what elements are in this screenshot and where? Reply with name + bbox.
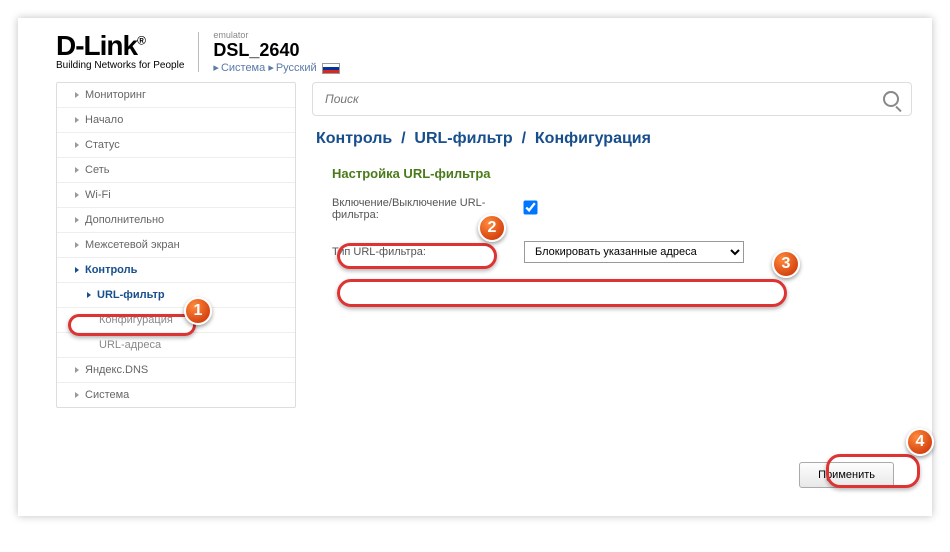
breadcrumb: Контроль / URL-фильтр / Конфигурация (312, 130, 912, 148)
sidebar-label: Сеть (85, 164, 109, 176)
sidebar-item-yandex-dns[interactable]: Яндекс.DNS (57, 358, 295, 383)
chevron-right-icon (75, 117, 79, 123)
search-icon[interactable] (883, 91, 899, 107)
sidebar-item-advanced[interactable]: Дополнительно (57, 208, 295, 233)
link-system[interactable]: Система (221, 62, 265, 74)
annotation-badge: 4 (906, 428, 934, 456)
search-input[interactable] (325, 92, 883, 106)
link-language[interactable]: Русский (276, 62, 317, 74)
breadcrumb-arrow-icon: ▸ (213, 62, 219, 74)
type-label: Тип URL-фильтра: (332, 246, 512, 258)
model-name: DSL_2640 (213, 40, 339, 61)
section-title: Настройка URL-фильтра (312, 166, 912, 181)
enable-checkbox[interactable] (523, 200, 537, 214)
chevron-right-icon (75, 92, 79, 98)
chevron-right-icon (75, 192, 79, 198)
sidebar-item-monitoring[interactable]: Мониторинг (57, 83, 295, 108)
model-tag: emulator (213, 30, 339, 40)
breadcrumb-part: URL-фильтр (414, 130, 512, 147)
sidebar: Мониторинг Начало Статус Сеть Wi-Fi Допо… (56, 82, 296, 408)
divider (198, 32, 199, 72)
sidebar-label: Система (85, 389, 129, 401)
row-enable-filter: Включение/Выключение URL-фильтра: (312, 191, 912, 227)
enable-label: Включение/Выключение URL-фильтра: (332, 197, 512, 221)
filter-type-select[interactable]: Блокировать указанные адреса (524, 241, 744, 263)
sidebar-label: Wi-Fi (85, 189, 111, 201)
row-filter-type: Тип URL-фильтра: Блокировать указанные а… (312, 235, 912, 269)
sidebar-item-configuration[interactable]: Конфигурация (57, 308, 295, 333)
sidebar-item-wifi[interactable]: Wi-Fi (57, 183, 295, 208)
sidebar-label: Статус (85, 139, 120, 151)
sidebar-item-firewall[interactable]: Межсетевой экран (57, 233, 295, 258)
sidebar-label: Межсетевой экран (85, 239, 180, 251)
sidebar-label: Конфигурация (99, 314, 173, 326)
chevron-right-icon (75, 167, 79, 173)
sidebar-label: Дополнительно (85, 214, 164, 226)
sidebar-item-url-addresses[interactable]: URL-адреса (57, 333, 295, 358)
chevron-right-icon (75, 217, 79, 223)
main-panel: Контроль / URL-фильтр / Конфигурация Нас… (312, 82, 912, 408)
logo: D-Link® Building Networks for People (56, 33, 184, 71)
sidebar-label: Начало (85, 114, 123, 126)
breadcrumb-part: Конфигурация (535, 130, 651, 147)
search-box (312, 82, 912, 116)
sidebar-label: URL-адреса (99, 339, 161, 351)
sidebar-item-url-filter[interactable]: URL-фильтр (57, 283, 295, 308)
breadcrumb-part: Контроль (316, 130, 392, 147)
chevron-right-icon (75, 267, 79, 273)
logo-tagline: Building Networks for People (56, 60, 184, 71)
logo-text: D-Link (56, 30, 137, 61)
breadcrumb-arrow-icon: ▸ (268, 62, 274, 74)
sidebar-item-start[interactable]: Начало (57, 108, 295, 133)
sidebar-label: Контроль (85, 264, 137, 276)
logo-reg: ® (137, 34, 145, 48)
sidebar-label: URL-фильтр (97, 289, 165, 301)
header: D-Link® Building Networks for People emu… (18, 18, 932, 82)
chevron-right-icon (75, 392, 79, 398)
chevron-right-icon (75, 142, 79, 148)
sidebar-label: Яндекс.DNS (85, 364, 148, 376)
chevron-right-icon (75, 367, 79, 373)
apply-button[interactable]: Применить (799, 462, 894, 488)
sidebar-item-system[interactable]: Система (57, 383, 295, 407)
chevron-right-icon (87, 292, 91, 298)
sidebar-label: Мониторинг (85, 89, 146, 101)
sidebar-item-network[interactable]: Сеть (57, 158, 295, 183)
chevron-right-icon (75, 242, 79, 248)
sidebar-item-control[interactable]: Контроль (57, 258, 295, 283)
flag-ru-icon (322, 63, 340, 74)
sidebar-item-status[interactable]: Статус (57, 133, 295, 158)
